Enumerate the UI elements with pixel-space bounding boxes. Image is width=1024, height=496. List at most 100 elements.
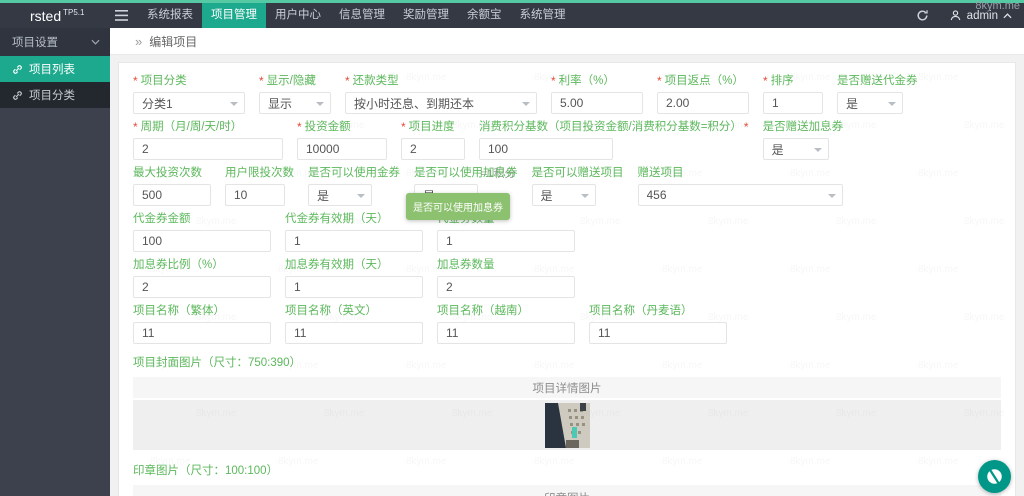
field-label: 赠送项目 [638,167,843,180]
main-nav: 系统报表项目管理用户中心信息管理奖励管理余额宝系统管理 [138,3,575,28]
upload-dropzone[interactable]: 印章图片 [133,485,1001,496]
field-label-text: 是否可以使用金券 [308,167,400,180]
text-input[interactable] [285,276,423,298]
field-label-text: 还款类型 [353,75,399,88]
field-label: *利率（%） [551,75,643,88]
text-input[interactable] [133,184,211,206]
edit-project-panel: *项目分类分类1*显示/隐藏显示*还款类型按小时还息、到期还本*利率（%）*项目… [118,62,1016,496]
upload-dropzone[interactable]: 项目详情图片 [133,377,1001,398]
text-input[interactable] [133,322,271,344]
field-label: 项目名称（越南） [437,305,575,318]
text-input[interactable] [657,92,749,114]
text-input[interactable] [437,322,575,344]
field-label: 加息券有效期（天） [285,259,423,272]
text-input[interactable] [285,322,423,344]
text-input[interactable] [551,92,643,114]
form-field: *项目进度 [401,121,465,160]
form-field: 加息券比例（%） [133,259,271,298]
upload-zone-title: 印章图片 [544,490,590,496]
field-label-text: 赠送项目 [638,167,684,180]
chevron-down-icon [230,102,238,106]
select-input[interactable]: 显示 [259,92,331,114]
sidebar-item[interactable]: 项目分类 [0,82,110,108]
text-input[interactable] [763,92,823,114]
page-title: 编辑项目 [149,33,197,50]
form-field: 是否可以使用加息券是是否可以使用加息券 [414,167,518,206]
nav-item[interactable]: 信息管理 [330,3,394,28]
select-input[interactable]: 是 [532,184,596,206]
field-label: 是否可以使用金券 [308,167,400,180]
field-label-text: 是否可以赠送项目 [532,167,624,180]
field-label: *项目返点（%） [657,75,749,88]
text-input[interactable] [479,138,613,160]
refresh-icon [916,9,929,22]
form-field: 是否可以使用金券是 [308,167,400,206]
field-label: *投资金额 [297,121,387,134]
text-input[interactable] [285,230,423,252]
nav-item[interactable]: 系统管理 [511,3,575,28]
field-label-text: 加息券数量 [437,259,495,272]
chevron-down-icon [814,148,822,152]
select-input[interactable]: 是 [837,92,903,114]
field-label: 代金券金额 [133,213,271,226]
content-area: *项目分类分类1*显示/隐藏显示*还款类型按小时还息、到期还本*利率（%）*项目… [110,55,1024,496]
page: rstedTP5.1 系统报表项目管理用户中心信息管理奖励管理余额宝系统管理 a… [0,0,1024,496]
text-input[interactable] [133,276,271,298]
nav-item[interactable]: 用户中心 [266,3,330,28]
select-input[interactable]: 按小时还息、到期还本 [345,92,537,114]
text-input[interactable] [297,138,387,160]
edit-project-form: *项目分类分类1*显示/隐藏显示*还款类型按小时还息、到期还本*利率（%）*项目… [133,75,1001,344]
field-label-text: 利率（%） [559,75,615,88]
required-asterisk: * [657,75,662,88]
text-input[interactable] [437,230,575,252]
form-field: *利率（%） [551,75,643,114]
breadcrumb: » 编辑项目 [110,28,1024,55]
select-value: 是 [541,187,553,204]
field-label: 是否可以使用加息券 [414,167,518,180]
form-row: 最大投资次数用户限投次数是否可以使用金券是是否可以使用加息券是是否可以使用加息券… [133,167,1001,206]
chevron-down-icon [357,194,365,198]
double-angle-icon: » [135,34,142,49]
select-input[interactable]: 是 [308,184,372,206]
text-input[interactable] [401,138,465,160]
field-label: 项目名称（繁体） [133,305,271,318]
field-label: 项目名称（英文） [285,305,423,318]
text-input[interactable] [437,276,575,298]
field-label: *周期（月/周/天/时） [133,121,283,134]
link-icon [12,90,23,101]
select-input[interactable]: 分类1 [133,92,245,114]
sidebar-group-header[interactable]: 项目设置 [0,28,110,56]
nav-item[interactable]: 奖励管理 [394,3,458,28]
text-input[interactable] [133,138,283,160]
field-label: 项目名称（丹麦语） [589,305,727,318]
nav-item[interactable]: 项目管理 [202,3,266,28]
uploaded-image-thumbnail[interactable] [545,403,590,448]
form-field: 项目名称（英文） [285,305,423,344]
form-field: 赠送项目 456 [638,167,843,206]
text-input[interactable] [133,230,271,252]
upload-label: 项目封面图片（尺寸：750:390） [133,354,1001,370]
sidebar-item[interactable]: 项目列表 [0,56,110,82]
watermark: 8kym.me [975,0,1020,12]
text-input[interactable] [225,184,285,206]
refresh-button[interactable] [916,9,929,22]
form-row: *项目分类分类1*显示/隐藏显示*还款类型按小时还息、到期还本*利率（%）*项目… [133,75,1001,114]
nav-item[interactable]: 系统报表 [138,3,202,28]
form-field: *周期（月/周/天/时） [133,121,283,160]
field-label-text: 项目返点（%） [665,75,744,88]
form-field: 最大投资次数 [133,167,211,206]
field-label-text: 加息券有效期（天） [285,259,389,272]
form-field: 是否赠送代金券是 [837,75,918,114]
form-field: 代金券有效期（天） [285,213,423,252]
field-label-text: 是否赠送代金券 [837,75,918,88]
nav-item[interactable]: 余额宝 [458,3,511,28]
floating-action-button[interactable] [978,460,1011,493]
required-asterisk: * [551,75,556,88]
select-input[interactable]: 456 [638,184,843,206]
sidebar-toggle-button[interactable] [104,3,138,28]
form-field: 项目名称（越南） [437,305,575,344]
field-label: *项目进度 [401,121,465,134]
text-input[interactable] [589,322,727,344]
select-input[interactable]: 是 [763,138,829,160]
form-field: *排序 [763,75,823,114]
